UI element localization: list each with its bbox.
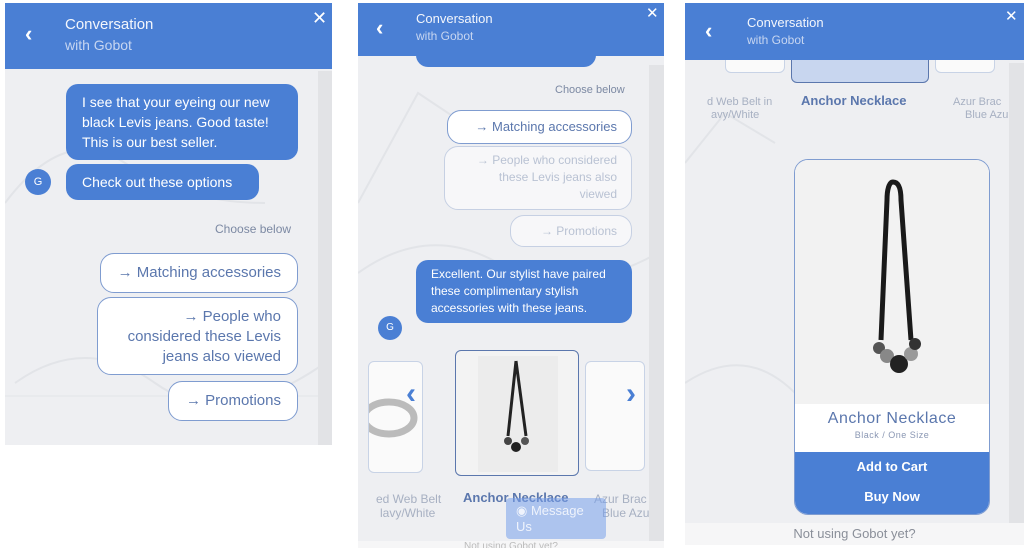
scrollbar[interactable] (649, 65, 664, 545)
carousel-card-bracelet[interactable] (585, 361, 645, 471)
header-subtitle: with Gobot (747, 33, 805, 47)
necklace-image (478, 356, 558, 472)
option-people-also-viewed[interactable]: → People who considered these Levis jean… (97, 297, 298, 375)
bot-message-options: Check out these options (66, 164, 259, 200)
bot-avatar: G (378, 316, 402, 340)
close-icon[interactable]: ✕ (312, 8, 327, 29)
chat-header: ‹ Conversation with Gobot ✕ (5, 3, 332, 69)
scrollbar[interactable] (318, 71, 332, 445)
close-icon[interactable]: ✕ (1005, 7, 1018, 25)
carousel-caption-belt: d Web Belt in (707, 96, 773, 108)
chat-panel-3: ‹ Conversation with Gobot ✕ d Web Belt i… (685, 3, 1024, 545)
buy-now-button[interactable]: Buy Now (795, 482, 989, 514)
product-name: Anchor Necklace (827, 410, 957, 427)
messenger-icon: ◉ (516, 503, 531, 518)
bot-message: Excellent. Our stylist have paired these… (416, 260, 632, 323)
carousel-caption-belt-variant: lavy/White (380, 506, 436, 520)
carousel-caption-bracelet-variant: Blue Azu (602, 506, 650, 520)
necklace-image (873, 179, 921, 373)
carousel-caption-belt: ed Web Belt (376, 492, 442, 506)
option-people-also-viewed[interactable]: → People who considered these Levis jean… (444, 146, 632, 210)
carousel-card-anchor-necklace[interactable] (455, 350, 579, 476)
footer-not-using-gobot[interactable]: Not using Gobot yet? (685, 523, 1024, 545)
chat-header: ‹ Conversation with Gobot ✕ (685, 3, 1024, 60)
product-variant: Black / One Size (854, 430, 930, 440)
back-icon[interactable]: ‹ (376, 15, 383, 41)
bot-message: I see that your eyeing our new black Lev… (66, 84, 298, 160)
choose-below-label: Choose below (215, 222, 292, 236)
option-matching-accessories[interactable]: → Matching accessories (100, 253, 298, 293)
choose-below-label: Choose below (555, 84, 625, 96)
header-title: Conversation (747, 15, 824, 30)
carousel-next-icon[interactable]: › (626, 377, 636, 411)
carousel-caption-bracelet-variant: Blue Azu (965, 109, 1009, 121)
option-promotions[interactable]: → Promotions (510, 215, 632, 247)
header-title: Conversation (65, 16, 154, 33)
option-promotions[interactable]: → Promotions (168, 381, 298, 421)
chat-header: ‹ Conversation with Gobot ✕ (358, 3, 664, 56)
add-to-cart-button[interactable]: Add to Cart (795, 452, 989, 482)
header-subtitle: with Gobot (416, 29, 474, 43)
bot-avatar: G (25, 169, 51, 195)
carousel-prev-icon[interactable]: ‹ (406, 377, 416, 411)
product-image (795, 160, 989, 404)
back-icon[interactable]: ‹ (705, 18, 712, 44)
carousel-caption-belt-variant: avy/White (711, 109, 760, 121)
scrollbar[interactable] (1009, 63, 1024, 533)
message-us-button[interactable]: ◉ Message Us (506, 498, 606, 539)
header-title: Conversation (416, 11, 493, 26)
carousel-caption-bracelet: Azur Brac (953, 96, 1002, 108)
chat-panel-1: ‹ Conversation with Gobot ✕ I see that y… (5, 3, 332, 445)
product-card: Anchor Necklace Black / One Size Add to … (794, 159, 990, 515)
footer-not-using-gobot[interactable]: Not using Gobot yet? (358, 541, 664, 548)
close-icon[interactable]: ✕ (646, 4, 659, 22)
option-matching-accessories[interactable]: → Matching accessories (447, 110, 632, 144)
back-icon[interactable]: ‹ (25, 21, 32, 47)
chat-panel-2: ‹ Conversation with Gobot ✕ Choose below… (358, 3, 664, 548)
carousel-caption-anchor-necklace: Anchor Necklace (801, 93, 907, 108)
header-subtitle: with Gobot (65, 37, 132, 53)
